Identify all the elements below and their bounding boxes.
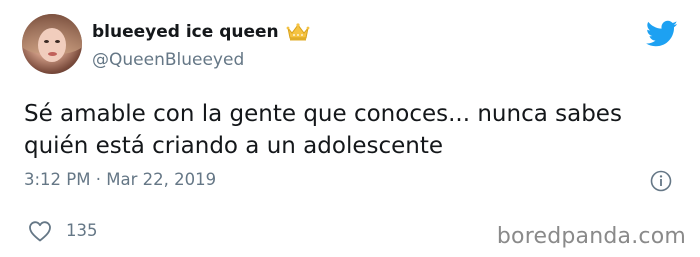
author-display-name[interactable]: blueeyed ice queen [92,22,279,42]
crown-icon [286,23,310,41]
heart-icon[interactable] [28,220,52,242]
avatar-eye [44,40,49,43]
avatar-eye [55,40,60,43]
like-count: 135 [66,221,98,240]
avatar[interactable] [22,14,82,74]
avatar-lips [48,52,57,56]
tweet-timestamp[interactable]: 3:12 PM · Mar 22, 2019 [24,170,216,189]
tweet-card: blueeyed ice queen @QueenBlueeyed Sé ama… [0,0,700,257]
author-name-row: blueeyed ice queen [92,22,310,42]
tweet-text-line: Sé amable con la gente que conoces... nu… [24,101,622,127]
tweet-text: Sé amable con la gente que conoces... nu… [24,98,684,162]
watermark-text: boredpanda.com [496,224,686,249]
author-handle[interactable]: @QueenBlueeyed [92,50,244,70]
twitter-bird-icon[interactable] [646,20,678,48]
tweet-text-line: quién está criando a un adolescente [24,133,444,159]
avatar-face [38,28,66,62]
info-icon[interactable] [650,170,672,192]
